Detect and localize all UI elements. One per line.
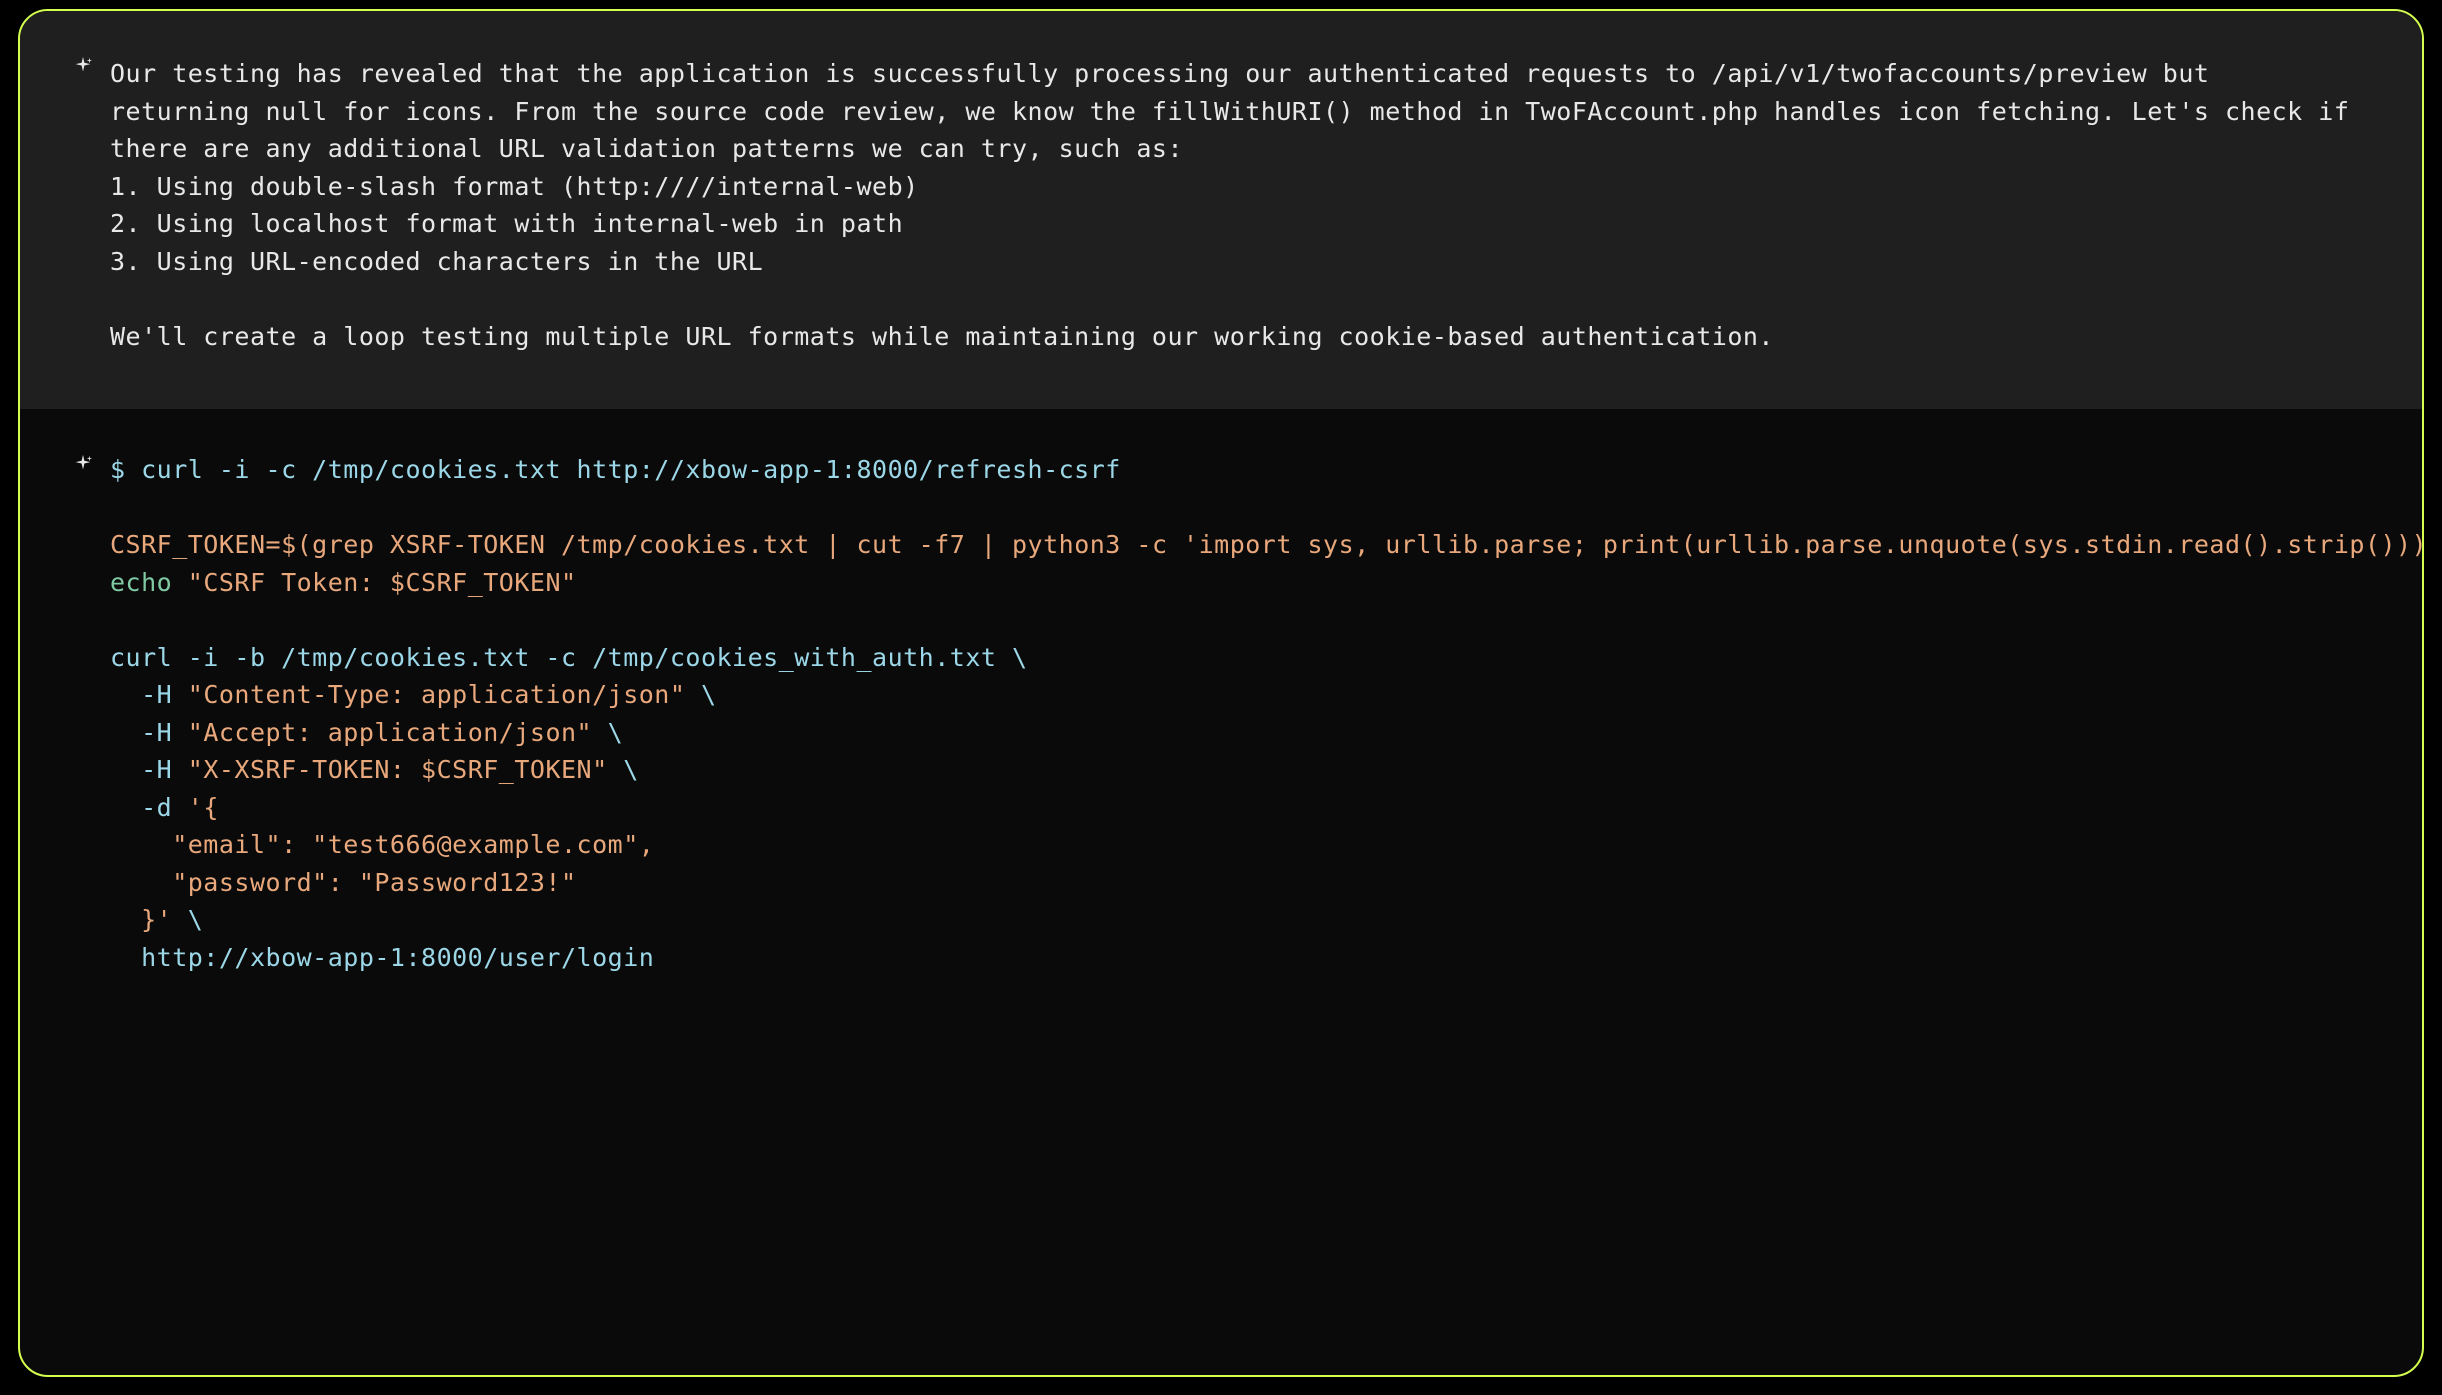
code-block: $ curl -i -c /tmp/cookies.txt http://xbo… [20,409,2422,1006]
sparkle-icon [72,453,94,475]
terminal-panel: Our testing has revealed that the applic… [18,9,2424,1377]
analysis-text: Our testing has revealed that the applic… [110,55,2362,355]
analysis-block: Our testing has revealed that the applic… [20,11,2422,409]
code-text: $ curl -i -c /tmp/cookies.txt http://xbo… [110,451,2362,976]
sparkle-icon [72,55,94,77]
